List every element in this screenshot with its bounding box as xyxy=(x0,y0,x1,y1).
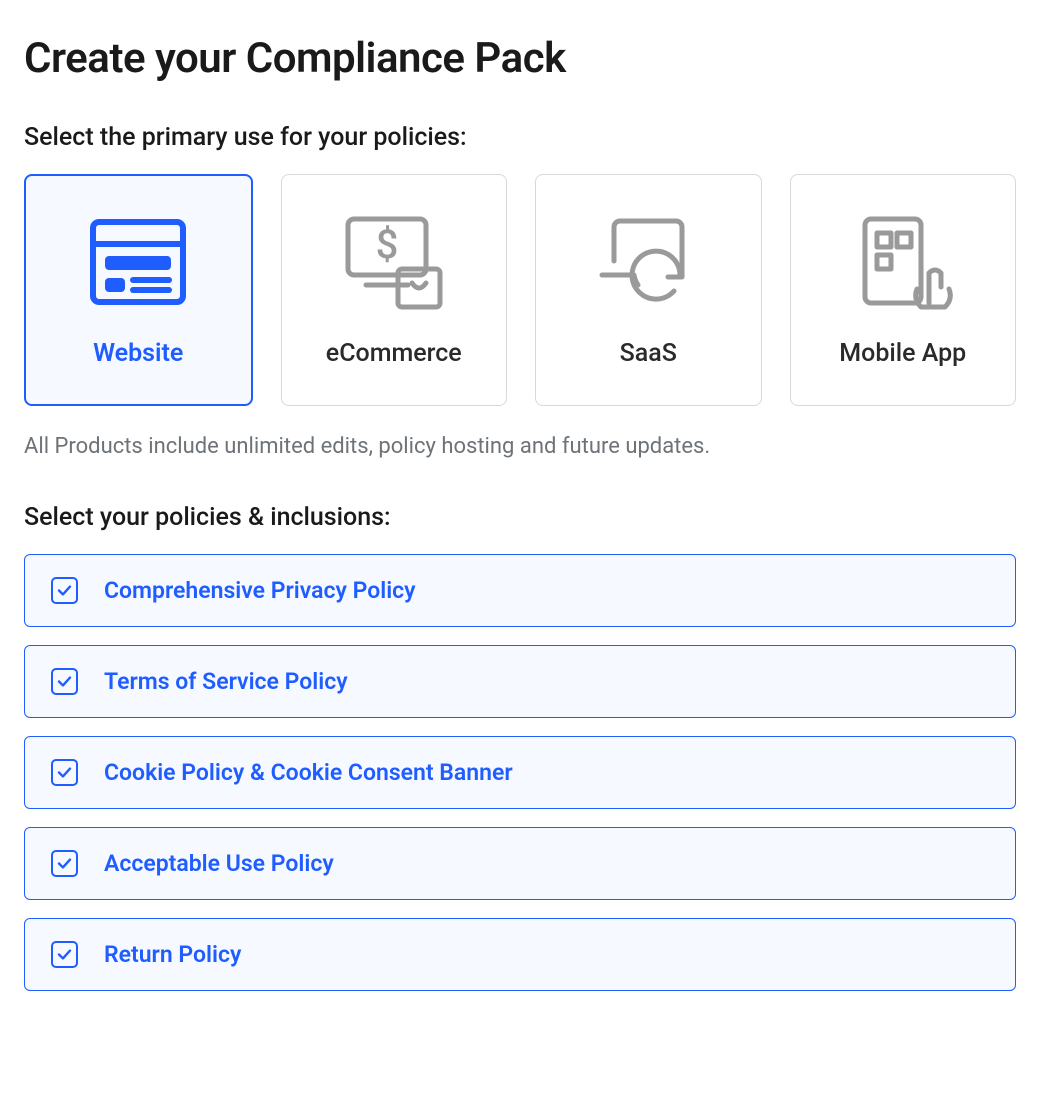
use-card-label: SaaS xyxy=(620,339,677,368)
policy-label: Acceptable Use Policy xyxy=(104,850,334,877)
mobile-app-icon xyxy=(851,213,955,311)
policy-label: Terms of Service Policy xyxy=(104,668,348,695)
products-note: All Products include unlimited edits, po… xyxy=(24,434,1016,459)
ecommerce-icon: $ xyxy=(342,213,446,311)
website-icon xyxy=(89,213,187,311)
check-icon xyxy=(57,949,72,960)
policies-label: Select your policies & inclusions: xyxy=(24,503,1016,532)
policy-label: Return Policy xyxy=(104,941,241,968)
policy-list: Comprehensive Privacy Policy Terms of Se… xyxy=(24,554,1016,991)
use-card-ecommerce[interactable]: $ eCommerce xyxy=(281,174,508,406)
use-card-website[interactable]: Website xyxy=(24,174,253,406)
check-icon xyxy=(57,858,72,869)
policy-row-cookie[interactable]: Cookie Policy & Cookie Consent Banner xyxy=(24,736,1016,809)
checkbox[interactable] xyxy=(51,577,78,604)
policy-label: Cookie Policy & Cookie Consent Banner xyxy=(104,759,513,786)
svg-text:$: $ xyxy=(375,221,398,268)
checkbox[interactable] xyxy=(51,759,78,786)
checkbox[interactable] xyxy=(51,941,78,968)
use-card-label: Website xyxy=(93,339,183,368)
policy-row-aup[interactable]: Acceptable Use Policy xyxy=(24,827,1016,900)
primary-use-options: Website $ eCommerce SaaS xyxy=(24,174,1016,406)
policy-row-privacy[interactable]: Comprehensive Privacy Policy xyxy=(24,554,1016,627)
page-title: Create your Compliance Pack xyxy=(24,34,1016,83)
use-card-mobile[interactable]: Mobile App xyxy=(790,174,1017,406)
use-card-label: eCommerce xyxy=(326,339,462,368)
check-icon xyxy=(57,585,72,596)
saas-icon xyxy=(596,213,700,311)
check-icon xyxy=(57,767,72,778)
use-card-saas[interactable]: SaaS xyxy=(535,174,762,406)
checkbox[interactable] xyxy=(51,668,78,695)
primary-use-label: Select the primary use for your policies… xyxy=(24,123,1016,152)
policy-row-terms[interactable]: Terms of Service Policy xyxy=(24,645,1016,718)
use-card-label: Mobile App xyxy=(839,339,966,368)
policy-row-return[interactable]: Return Policy xyxy=(24,918,1016,991)
policy-label: Comprehensive Privacy Policy xyxy=(104,577,416,604)
check-icon xyxy=(57,676,72,687)
checkbox[interactable] xyxy=(51,850,78,877)
